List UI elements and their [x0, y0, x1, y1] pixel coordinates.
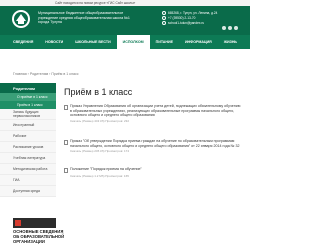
- nav-item-zhizn[interactable]: ЖИЗНЬ: [218, 35, 243, 49]
- sidebar-subitem-current[interactable]: О приёме в 1 класс: [0, 93, 56, 101]
- document-icon: [64, 167, 68, 173]
- document-item: Положение "Порядок приема на обучение" С…: [64, 167, 242, 178]
- social-icon[interactable]: [228, 26, 232, 30]
- sidebar-item[interactable]: Методическая работа: [0, 164, 56, 175]
- banner-stripe: [13, 218, 56, 228]
- email-icon: [162, 20, 166, 25]
- contacts-block: 665268, г. Тулун, ул. Ленина, д.24 +7 (3…: [162, 10, 244, 25]
- social-icon[interactable]: [222, 26, 226, 30]
- sidebar-title[interactable]: Родителям: [0, 83, 56, 93]
- document-icon: [64, 139, 68, 145]
- nav-item-shkolnye-vesti[interactable]: ШКОЛЬНЫЕ ВЕСТИ: [69, 35, 116, 49]
- nav-item-svedeniya[interactable]: СВЕДЕНИЯ: [7, 35, 39, 49]
- sidebar-item[interactable]: ГИА: [0, 175, 56, 186]
- sidebar-item[interactable]: Рабочие: [0, 131, 56, 142]
- document-link[interactable]: Приказ Управления Образования об организ…: [70, 104, 242, 118]
- document-meta[interactable]: Скачать (Размер 443 Кб) Просмотров: 232: [70, 119, 242, 123]
- document-item: Приказ "Об утверждении Порядка приема гр…: [64, 139, 242, 153]
- banner-text: ОСНОВНЫЕ СВЕДЕНИЯ ОБ ОБРАЗОВАТЕЛЬНОЙ ОРГ…: [13, 229, 64, 244]
- document-link[interactable]: Приказ "Об утверждении Порядка приема гр…: [70, 139, 242, 148]
- sidebar-subitem[interactable]: Приём в 1 класс: [0, 101, 56, 109]
- document-link[interactable]: Положение "Порядок приема на обучение": [70, 167, 242, 173]
- contact-email[interactable]: school1-tulun@yandex.ru: [162, 20, 244, 25]
- banner-emblem-icon: [15, 220, 21, 226]
- nav-item-informaciya[interactable]: ИНФОРМАЦИЯ: [179, 35, 218, 49]
- sidebar: Родителям О приёме в 1 класс Приём в 1 к…: [0, 83, 56, 197]
- social-links: [222, 26, 238, 30]
- page-title: Приём в 1 класс: [64, 87, 133, 97]
- document-icon: [64, 104, 68, 110]
- phone-icon: [162, 15, 166, 20]
- nav-item-pitanie[interactable]: ПИТАНИЕ: [150, 35, 179, 49]
- sidebar-item[interactable]: Учебная литература: [0, 153, 56, 164]
- site-header: Муниципальное бюджетное общеобразователь…: [0, 6, 250, 35]
- sidebar-item[interactable]: Расписание уроков: [0, 142, 56, 153]
- sidebar-item[interactable]: Запись будущих первоклассников: [0, 109, 56, 120]
- document-meta[interactable]: Скачать (Размер 245 Кб) Просмотров: 174: [70, 149, 242, 153]
- main-navigation: СВЕДЕНИЯ НОВОСТИ ШКОЛЬНЫЕ ВЕСТИ ИСПОЛКОМ…: [0, 35, 250, 49]
- sidebar-item[interactable]: Иностранный: [0, 120, 56, 131]
- nav-item-novosti[interactable]: НОВОСТИ: [39, 35, 69, 49]
- org-name-line: города Тулуна: [38, 20, 62, 25]
- sidebar-item[interactable]: Доступная среда: [0, 186, 56, 197]
- social-icon[interactable]: [234, 26, 238, 30]
- banner-line: ОРГАНИЗАЦИИ: [13, 239, 45, 244]
- breadcrumb[interactable]: Главная › Родителям › Приём в 1 класс: [13, 72, 79, 76]
- org-name-line: Муниципальное бюджетное общеобразователь…: [38, 11, 124, 15]
- location-icon: [162, 10, 166, 15]
- nav-item-ispolkom[interactable]: ИСПОЛКОМ: [116, 35, 150, 49]
- document-item: Приказ Управления Образования об организ…: [64, 104, 242, 123]
- info-banner[interactable]: ОСНОВНЫЕ СВЕДЕНИЯ ОБ ОБРАЗОВАТЕЛЬНОЙ ОРГ…: [13, 218, 64, 250]
- organization-name: Муниципальное бюджетное общеобразователь…: [38, 11, 133, 25]
- document-meta[interactable]: Скачать (Размер 1.2 Мб) Просмотров: 165: [70, 174, 242, 178]
- school-logo-icon[interactable]: [11, 9, 31, 29]
